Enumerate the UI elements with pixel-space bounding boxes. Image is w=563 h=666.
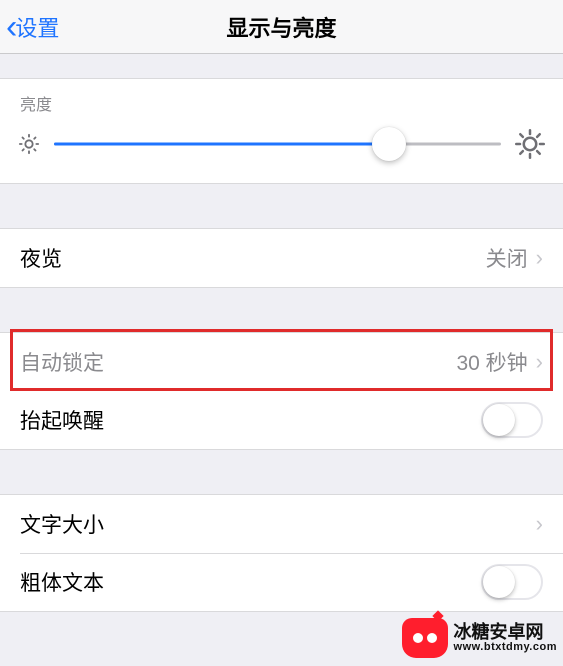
section-gap bbox=[0, 54, 563, 78]
back-label: 设置 bbox=[15, 11, 59, 43]
chevron-right-icon: › bbox=[536, 513, 543, 535]
chevron-right-icon: › bbox=[536, 247, 543, 269]
raise-to-wake-row[interactable]: 抬起唤醒 bbox=[0, 391, 563, 449]
brightness-low-icon bbox=[18, 133, 40, 155]
night-shift-row[interactable]: 夜览 关闭 › bbox=[0, 229, 563, 287]
chevron-right-icon: › bbox=[536, 351, 543, 373]
brightness-high-icon bbox=[515, 129, 545, 159]
slider-thumb[interactable] bbox=[372, 127, 406, 161]
row-label: 文字大小 bbox=[20, 509, 104, 539]
toggle-knob bbox=[483, 566, 515, 598]
auto-lock-row[interactable]: 自动锁定 30 秒钟 › bbox=[0, 333, 563, 391]
watermark: 冰糖安卓网 www.btxtdmy.com bbox=[402, 618, 557, 658]
toggle-knob bbox=[483, 404, 515, 436]
lock-group: 自动锁定 30 秒钟 › 抬起唤醒 bbox=[0, 332, 563, 450]
section-gap bbox=[0, 184, 563, 228]
brightness-row bbox=[0, 121, 563, 184]
brightness-section-label: 亮度 bbox=[0, 78, 563, 121]
row-value: 关闭 bbox=[486, 243, 528, 273]
row-label: 夜览 bbox=[20, 243, 62, 273]
row-label: 自动锁定 bbox=[20, 347, 104, 377]
row-label: 抬起唤醒 bbox=[20, 405, 104, 435]
bold-text-toggle[interactable] bbox=[481, 564, 543, 600]
row-label: 粗体文本 bbox=[20, 567, 104, 597]
watermark-name: 冰糖安卓网 bbox=[454, 623, 557, 642]
text-size-row[interactable]: 文字大小 › bbox=[0, 495, 563, 553]
row-value: 30 秒钟 bbox=[456, 347, 527, 377]
bold-text-row[interactable]: 粗体文本 bbox=[0, 553, 563, 611]
night-shift-group: 夜览 关闭 › bbox=[0, 228, 563, 288]
brightness-slider[interactable] bbox=[54, 129, 501, 159]
raise-to-wake-toggle[interactable] bbox=[481, 402, 543, 438]
page-title: 显示与亮度 bbox=[226, 11, 336, 43]
section-gap bbox=[0, 288, 563, 332]
back-button[interactable]: ‹ 设置 bbox=[6, 0, 59, 54]
watermark-url: www.btxtdmy.com bbox=[454, 642, 557, 654]
watermark-logo-icon bbox=[402, 618, 448, 658]
text-group: 文字大小 › 粗体文本 bbox=[0, 494, 563, 612]
slider-fill bbox=[54, 143, 389, 146]
section-gap bbox=[0, 450, 563, 494]
navbar: ‹ 设置 显示与亮度 bbox=[0, 0, 563, 54]
